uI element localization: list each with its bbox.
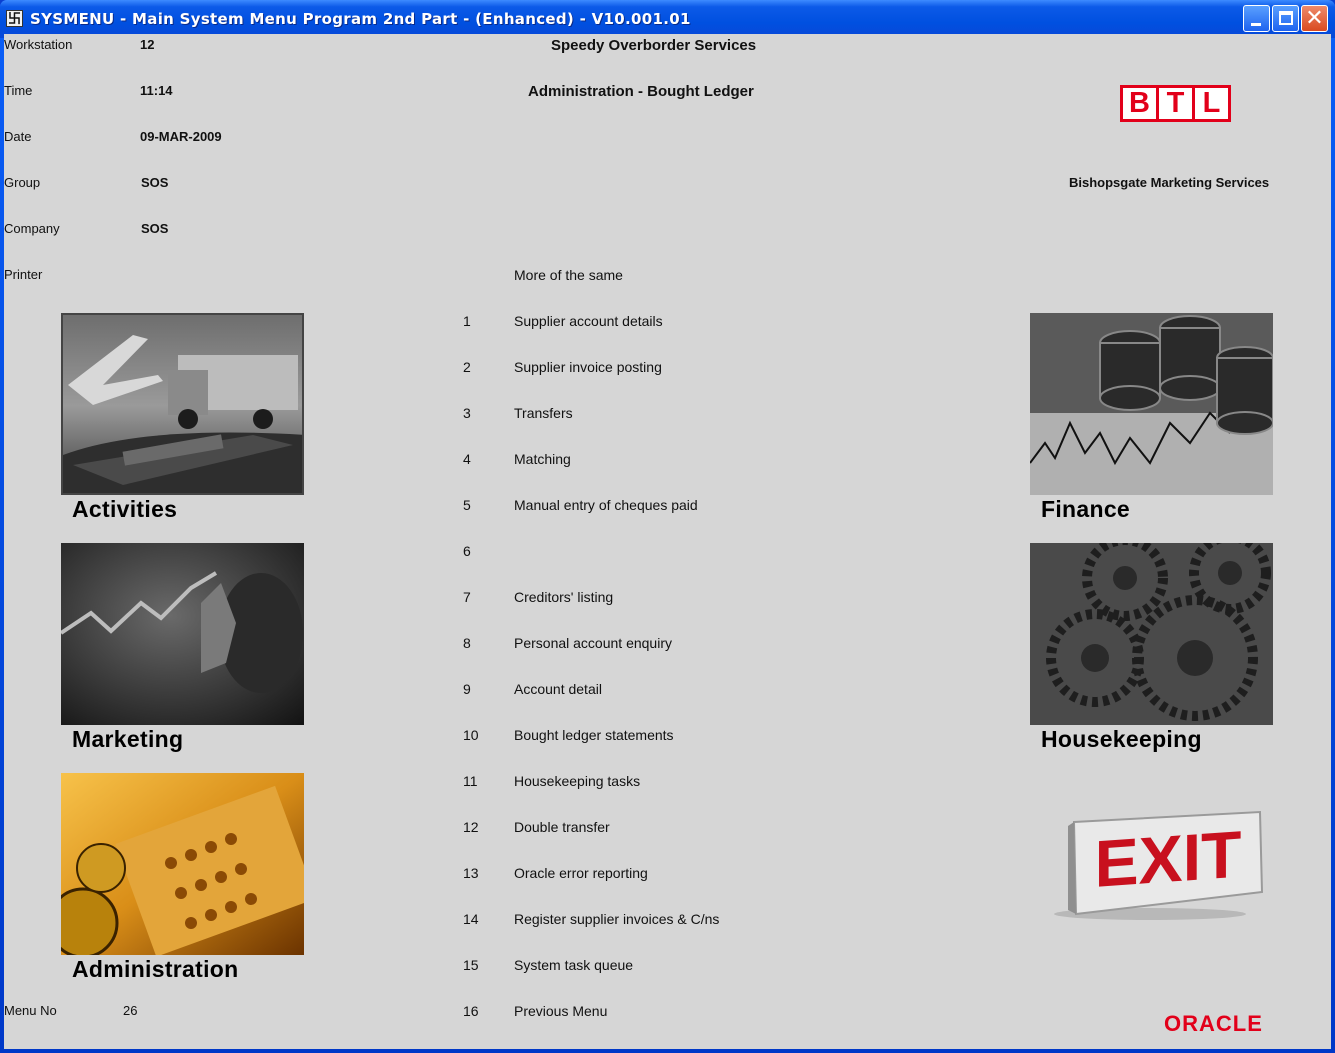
minimize-icon bbox=[1251, 23, 1261, 26]
time-value: 11:14 bbox=[140, 83, 173, 98]
marketing-image bbox=[61, 543, 304, 725]
menu-option-label[interactable]: Oracle error reporting bbox=[514, 865, 648, 881]
menu-option-label[interactable]: Double transfer bbox=[514, 819, 610, 835]
minimize-button[interactable] bbox=[1243, 5, 1270, 32]
menu-option-label[interactable]: Matching bbox=[514, 451, 571, 467]
date-value: 09-MAR-2009 bbox=[140, 129, 222, 144]
menu-option-number[interactable]: 16 bbox=[463, 1003, 479, 1019]
menu-option-number[interactable]: 15 bbox=[463, 957, 479, 973]
exit-button[interactable]: EXIT bbox=[1050, 810, 1264, 922]
abacus-image bbox=[61, 773, 304, 955]
workstation-label: Workstation bbox=[4, 37, 73, 52]
printer-label: Printer bbox=[4, 267, 43, 282]
menu-no-value: 26 bbox=[123, 1003, 138, 1018]
menu-option-number[interactable]: 10 bbox=[463, 727, 479, 743]
activities-caption[interactable]: Activities bbox=[72, 496, 177, 523]
menu-option-label[interactable]: Housekeeping tasks bbox=[514, 773, 640, 789]
finance-tile[interactable] bbox=[1030, 313, 1273, 495]
workstation-value: 12 bbox=[140, 37, 155, 52]
title-bar[interactable]: 卐 SYSMENU - Main System Menu Program 2nd… bbox=[0, 0, 1335, 38]
menu-option-number[interactable]: 2 bbox=[463, 359, 471, 375]
menu-option-number[interactable]: 11 bbox=[463, 773, 478, 789]
svg-text:EXIT: EXIT bbox=[1095, 818, 1242, 902]
transport-image bbox=[63, 315, 302, 493]
close-button[interactable]: ✕ bbox=[1301, 5, 1328, 32]
menu-option-label[interactable]: Creditors' listing bbox=[514, 589, 613, 605]
menu-option-label[interactable]: Manual entry of cheques paid bbox=[514, 497, 698, 513]
menu-option-label[interactable]: Register supplier invoices & C/ns bbox=[514, 911, 719, 927]
menu-option-number[interactable]: 12 bbox=[463, 819, 479, 835]
menu-option-number[interactable]: 13 bbox=[463, 865, 479, 881]
menu-option-number[interactable]: 3 bbox=[463, 405, 471, 421]
menu-option-number[interactable]: 8 bbox=[463, 635, 471, 651]
brand-name: Bishopsgate Marketing Services bbox=[1069, 175, 1270, 190]
housekeeping-caption[interactable]: Housekeeping bbox=[1041, 726, 1202, 753]
page-title: Administration - Bought Ledger bbox=[528, 83, 754, 100]
menu-option-label[interactable]: Account detail bbox=[514, 681, 602, 697]
maximize-button[interactable] bbox=[1272, 5, 1299, 32]
menu-option-number[interactable]: 4 bbox=[463, 451, 471, 467]
exit-sign-icon: EXIT bbox=[1054, 810, 1264, 920]
window-title: SYSMENU - Main System Menu Program 2nd P… bbox=[30, 10, 691, 28]
time-label: Time bbox=[4, 83, 33, 98]
marketing-tile[interactable] bbox=[61, 543, 304, 725]
menu-no-label: Menu No bbox=[4, 1003, 57, 1018]
housekeeping-tile[interactable] bbox=[1030, 543, 1273, 725]
menu-option-label[interactable]: Personal account enquiry bbox=[514, 635, 672, 651]
app-window: 卐 SYSMENU - Main System Menu Program 2nd… bbox=[0, 0, 1335, 1053]
menu-option-number[interactable]: 6 bbox=[463, 543, 471, 559]
date-label: Date bbox=[4, 129, 32, 144]
company-label: Company bbox=[4, 221, 60, 236]
menu-option-label[interactable]: System task queue bbox=[514, 957, 633, 973]
menu-panel: Workstation 12 Time 11:14 Date 09-MAR-20… bbox=[4, 34, 1331, 1049]
gears-image bbox=[1030, 543, 1273, 725]
administration-tile[interactable] bbox=[61, 773, 304, 955]
menu-subtitle: More of the same bbox=[514, 267, 623, 283]
maximize-icon bbox=[1279, 11, 1293, 25]
company-name: Speedy Overborder Services bbox=[551, 37, 757, 54]
app-icon[interactable]: 卐 bbox=[6, 10, 23, 27]
menu-option-label[interactable]: Transfers bbox=[514, 405, 573, 421]
finance-image bbox=[1030, 313, 1273, 495]
menu-option-number[interactable]: 1 bbox=[463, 313, 471, 329]
finance-caption[interactable]: Finance bbox=[1041, 496, 1130, 523]
group-value: SOS bbox=[141, 175, 169, 190]
administration-caption[interactable]: Administration bbox=[72, 956, 238, 983]
close-icon: ✕ bbox=[1305, 6, 1324, 31]
menu-option-number[interactable]: 14 bbox=[463, 911, 479, 927]
menu-option-label[interactable]: Previous Menu bbox=[514, 1003, 607, 1019]
menu-option-number[interactable]: 7 bbox=[463, 589, 471, 605]
group-label: Group bbox=[4, 175, 41, 190]
company-value: SOS bbox=[141, 221, 169, 236]
menu-option-label[interactable]: Supplier account details bbox=[514, 313, 663, 329]
btl-logo: B T L bbox=[1120, 85, 1231, 122]
marketing-caption[interactable]: Marketing bbox=[72, 726, 183, 753]
menu-option-number[interactable]: 5 bbox=[463, 497, 471, 513]
oracle-logo: ORACLE bbox=[1164, 1011, 1263, 1036]
menu-option-number[interactable]: 9 bbox=[463, 681, 471, 697]
menu-option-label[interactable]: Bought ledger statements bbox=[514, 727, 674, 743]
menu-option-label[interactable]: Supplier invoice posting bbox=[514, 359, 662, 375]
activities-tile[interactable] bbox=[61, 313, 304, 495]
